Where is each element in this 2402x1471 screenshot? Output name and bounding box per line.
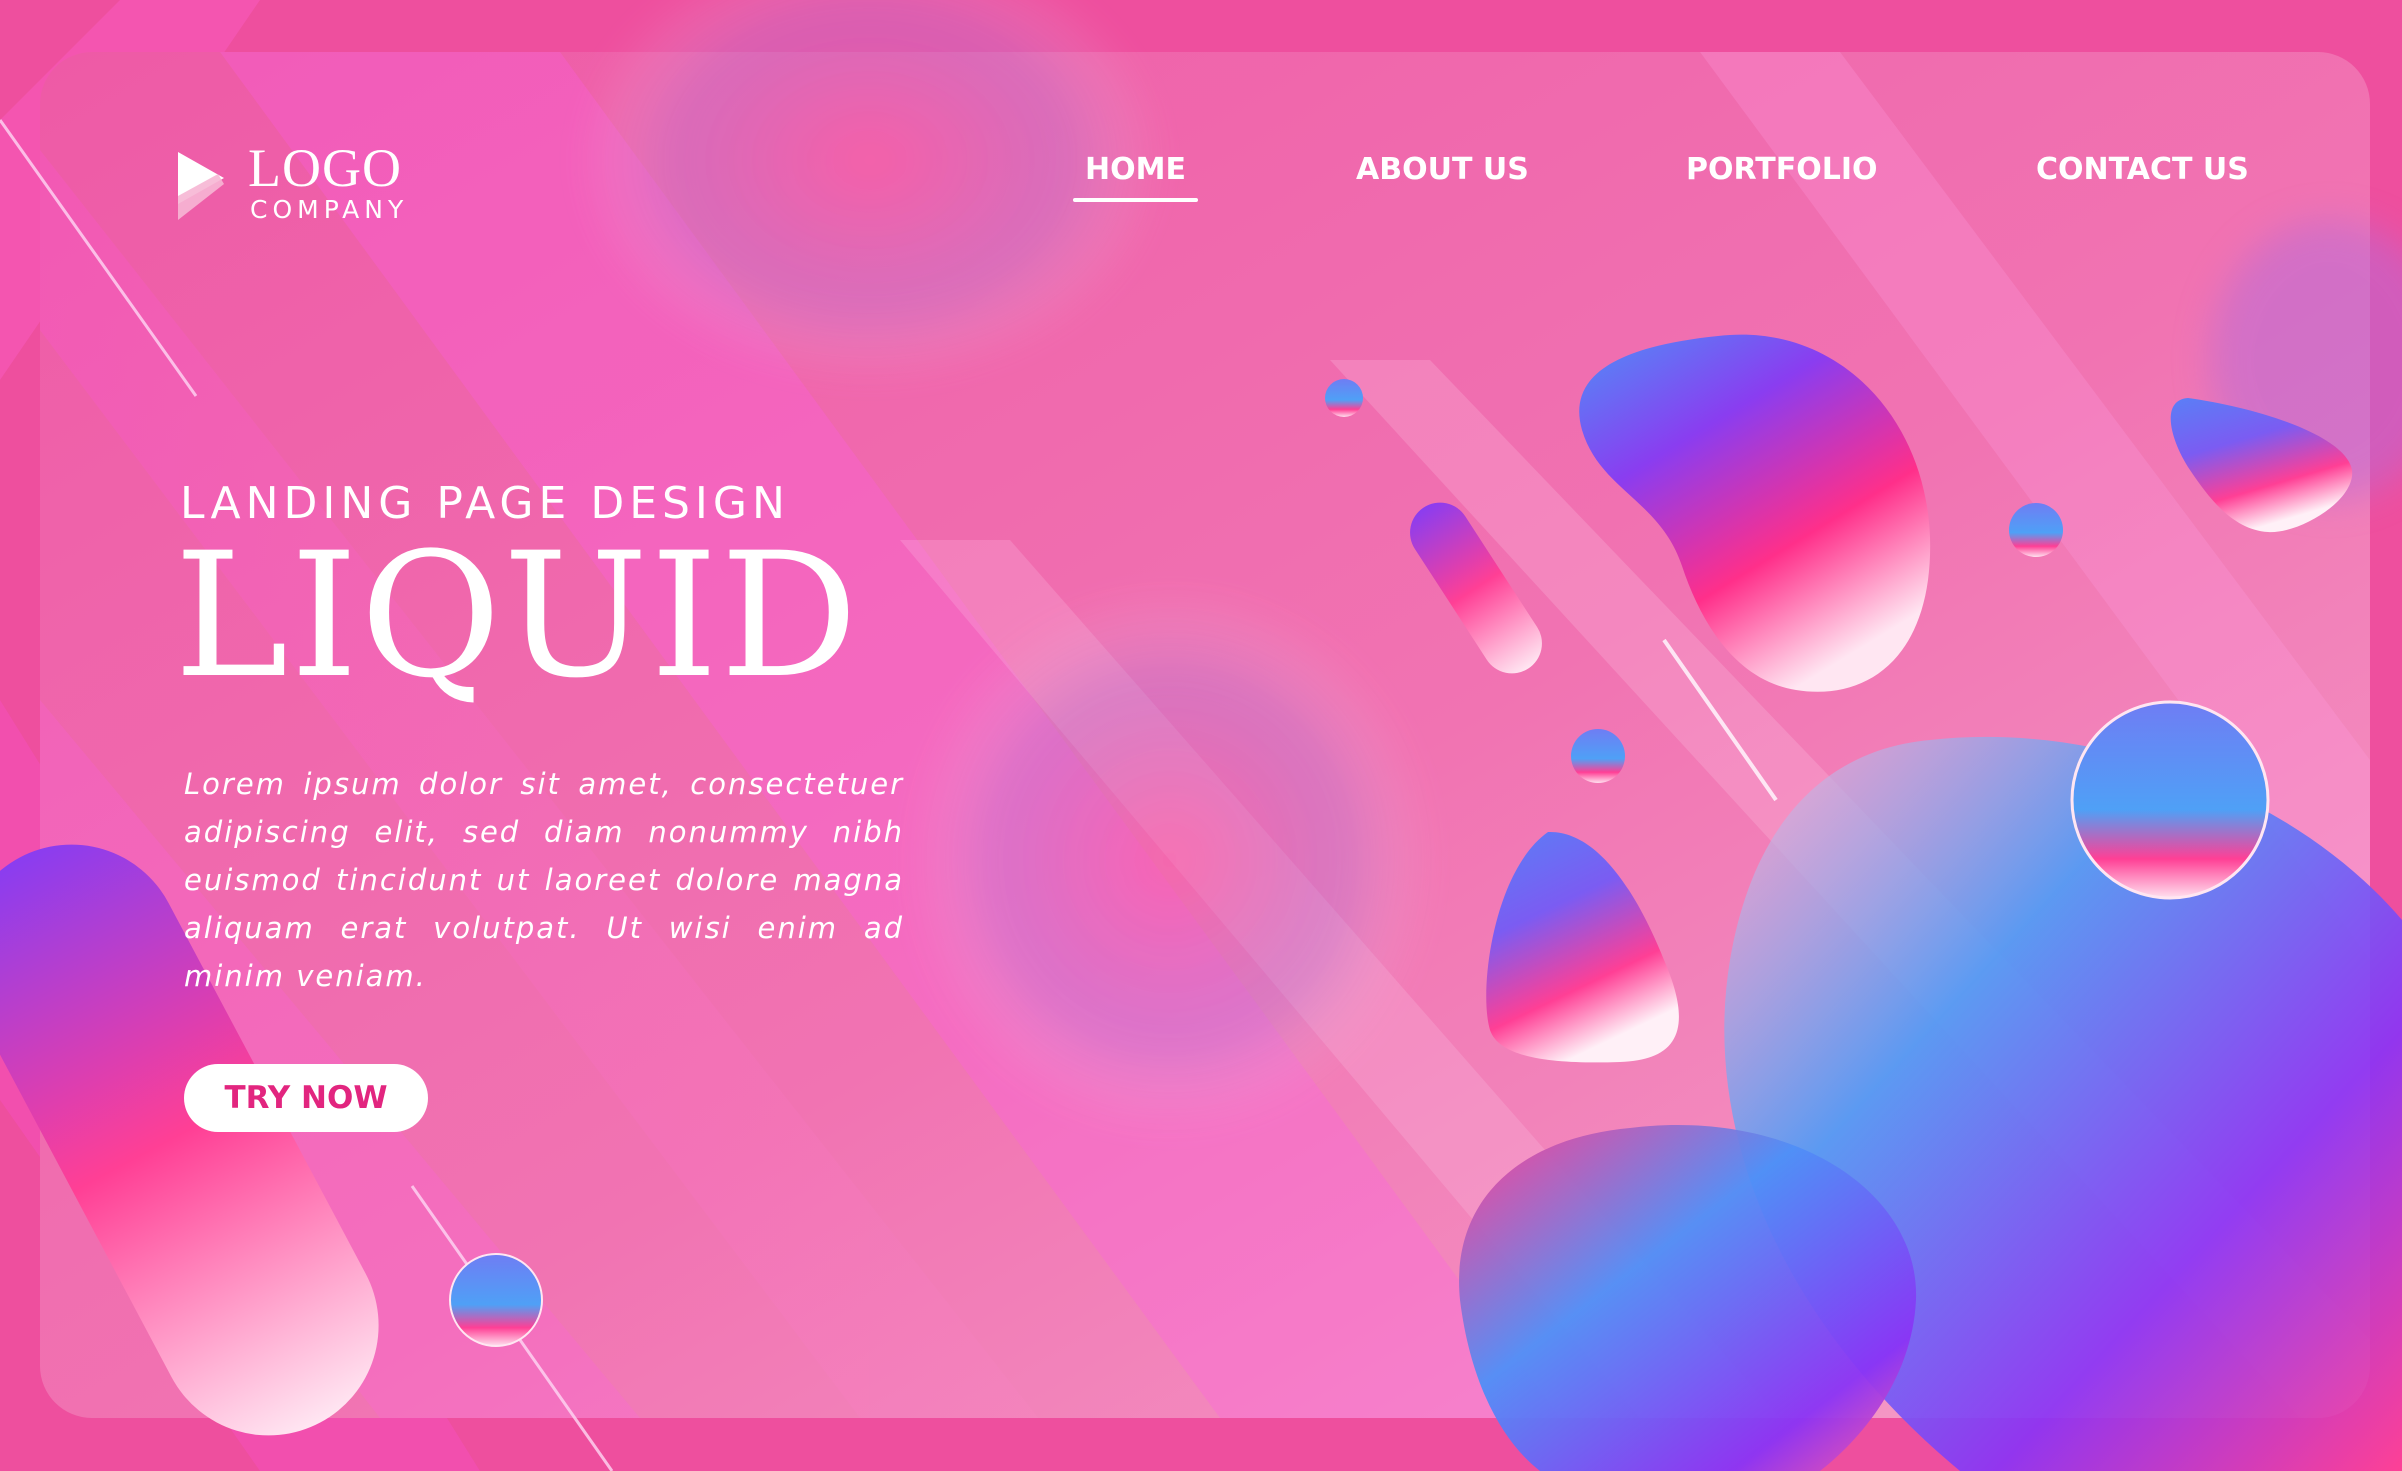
hero-headline: LIQUID <box>174 515 860 716</box>
nav-portfolio[interactable]: PORTFOLIO <box>1686 148 1877 192</box>
nav-about-us[interactable]: ABOUT US <box>1356 148 1529 192</box>
try-now-button[interactable]: TRY NOW <box>184 1064 428 1132</box>
nav-home[interactable]: HOME <box>1073 148 1198 202</box>
nav-contact-us[interactable]: CONTACT US <box>2036 148 2249 192</box>
main-nav: HOME ABOUT US PORTFOLIO CONTACT US <box>0 148 2402 208</box>
hero-description: Lorem ipsum dolor sit amet, consectetuer… <box>184 767 904 993</box>
